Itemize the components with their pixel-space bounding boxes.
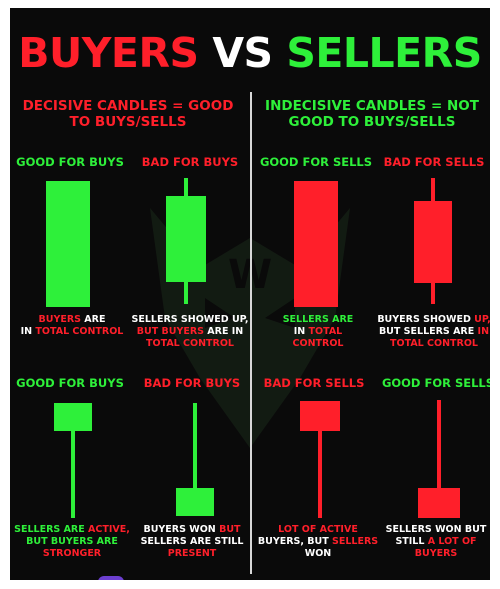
r2c3-label: BAD FOR SELLS xyxy=(263,376,365,390)
r1c3-candle-body xyxy=(294,181,338,307)
r2c1-label: GOOD FOR BUYS xyxy=(16,376,124,390)
title-sellers: SELLERS xyxy=(286,29,482,77)
r2c1-description: SELLERS ARE ACTIVE, BUT BUYERS ARE STRON… xyxy=(14,524,130,559)
r1c1-description: BUYERS ARE IN TOTAL CONTROL xyxy=(20,314,124,337)
r2c4-candle-wick xyxy=(437,400,441,495)
r1c2-description: SELLERS SHOWED UP, BUT BUYERS ARE IN TOT… xyxy=(131,314,249,349)
r2c4-description: SELLERS WON BUT STILL A LOT OF BUYERS xyxy=(385,524,487,559)
r2c3-description: LOT OF ACTIVE BUYERS, BUT SELLERS WON xyxy=(257,524,379,559)
r2c2-candle-wick xyxy=(193,403,197,493)
bottom-badge xyxy=(98,576,124,580)
indecisive-header: INDECISIVE CANDLES = NOT GOOD TO BUYS/SE… xyxy=(265,98,479,130)
r2c4-candle-body xyxy=(418,488,460,518)
r1c4-label: BAD FOR SELLS xyxy=(383,155,485,169)
r2c4-label: GOOD FOR SELLS xyxy=(381,376,490,390)
r2c2-description: BUYERS WON BUT SELLERS ARE STILL PRESENT xyxy=(140,524,244,559)
r2c3-candle-body xyxy=(300,401,340,431)
r1c1-candle-body xyxy=(46,181,90,307)
r1c2-label: BAD FOR BUYS xyxy=(141,155,239,169)
r1c2-candle-body xyxy=(166,196,206,282)
title-vs: VS xyxy=(212,29,273,77)
r1c4-description: BUYERS SHOWED UP, BUT SELLERS ARE IN TOT… xyxy=(377,314,490,349)
page-title: BUYERS VS SELLERS xyxy=(10,30,490,76)
r1c1-label: GOOD FOR BUYS xyxy=(16,155,124,169)
r1c4-candle-body xyxy=(414,201,452,283)
decisive-header: DECISIVE CANDLES = GOOD TO BUYS/SELLS xyxy=(22,98,234,130)
infographic-poster: W BUYERS VS SELLERS DECISIVE CANDLES = G… xyxy=(10,8,490,580)
r2c2-label: BAD FOR BUYS xyxy=(143,376,241,390)
r1c3-label: GOOD FOR SELLS xyxy=(259,155,373,169)
title-buyers: BUYERS xyxy=(18,29,199,77)
r1c3-description: SELLERS ARE IN TOTAL CONTROL xyxy=(282,314,354,349)
r2c2-candle-body xyxy=(176,488,214,516)
r2c1-candle-body xyxy=(54,403,92,431)
